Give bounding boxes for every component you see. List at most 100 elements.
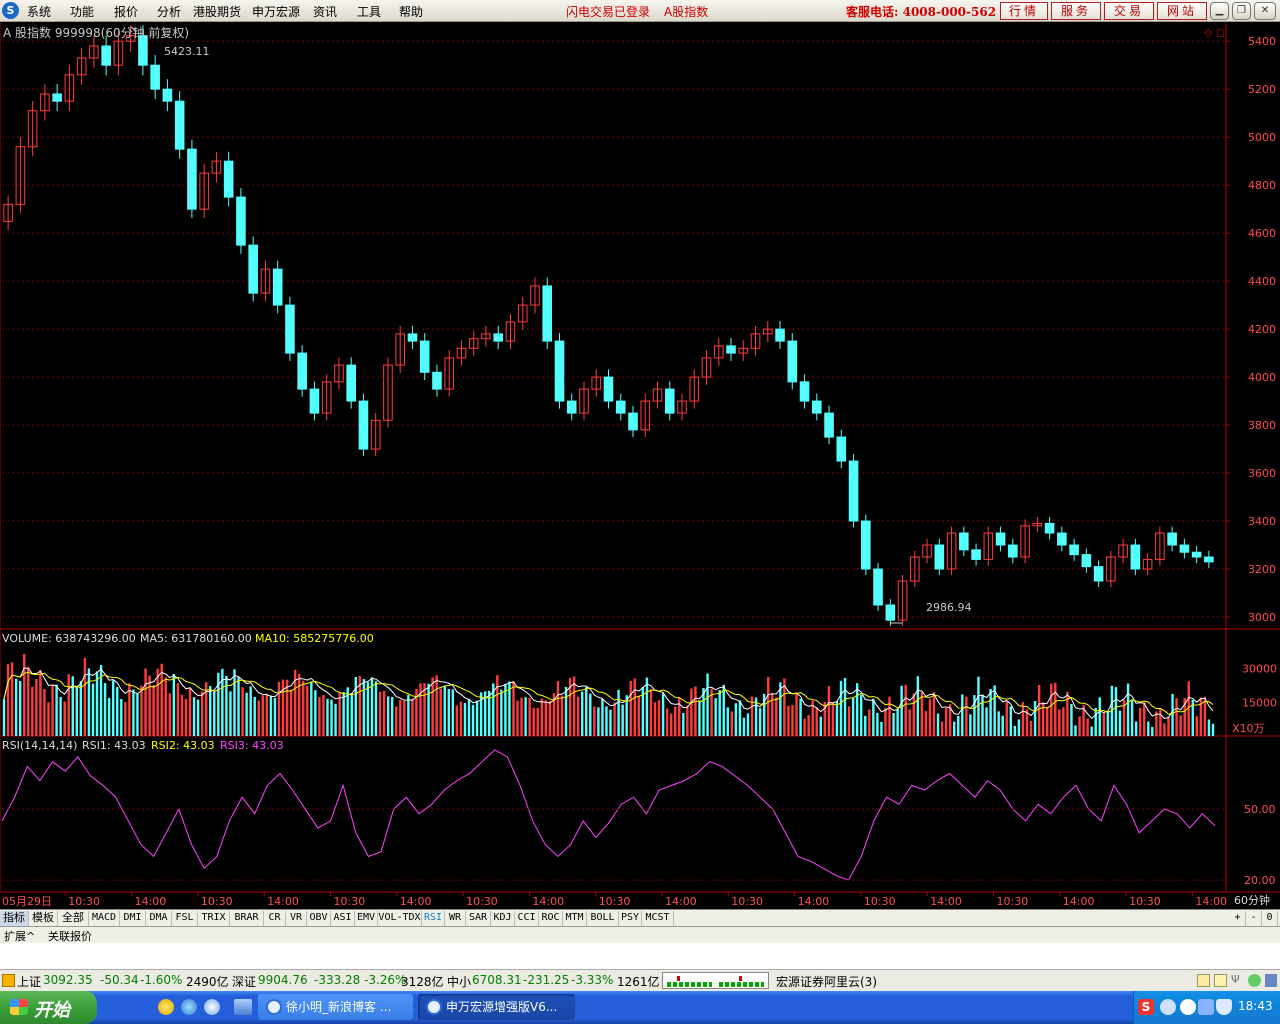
low-price-label: 2986.94 [926, 601, 972, 614]
tab-control-2[interactable]: 0 [1262, 911, 1278, 926]
tab-macd[interactable]: MACD [89, 911, 120, 926]
tab-brar[interactable]: BRAR [230, 911, 264, 926]
candle-body [1069, 544, 1079, 556]
sz-value: 9904.76 [258, 973, 308, 987]
tab-全部[interactable]: 全部 [58, 911, 89, 926]
security-tag[interactable]: A股指数 [664, 3, 708, 20]
tab-vr[interactable]: VR [286, 911, 307, 926]
time-axis-label: 10:30 [334, 895, 366, 908]
task-swhy-app[interactable]: 申万宏源增强版V6... [418, 994, 575, 1020]
time-axis-label: 14:00 [930, 895, 962, 908]
candle-body [873, 568, 883, 606]
tab-vol-tdx[interactable]: VOL-TDX [378, 911, 422, 926]
trade-button[interactable]: 交易 [1104, 2, 1154, 20]
time-axis-label: 10:30 [1129, 895, 1161, 908]
sh-label: 上证 [17, 975, 42, 989]
quicklaunch-ie-icon[interactable] [181, 999, 197, 1015]
time-axis-label: 14:00 [532, 895, 564, 908]
quicklaunch-browser-icon[interactable] [204, 999, 220, 1015]
candle-body [1044, 522, 1055, 534]
quicklaunch-app-icon[interactable] [158, 999, 174, 1015]
candle-body [309, 388, 320, 414]
candle-body [419, 340, 430, 373]
price-axis-label: 3000 [1248, 611, 1276, 624]
start-button[interactable]: 开始 [0, 991, 97, 1024]
minimize-icon[interactable]: ▁ [1210, 2, 1229, 20]
menu-item-system[interactable]: 系统 [27, 3, 51, 20]
tab-control-0[interactable]: + [1230, 911, 1246, 926]
menu-item-swhy[interactable]: 申万宏源 [252, 3, 300, 20]
menu-item-help[interactable]: 帮助 [399, 3, 423, 20]
menu-item-hk-futures[interactable]: 港股期货 [193, 3, 241, 20]
tab-asi[interactable]: ASI [331, 911, 355, 926]
close-icon[interactable]: ✕ [1254, 2, 1276, 20]
extend-toggle[interactable]: 扩展^ [4, 928, 35, 944]
time-axis-label: 14:00 [1063, 895, 1095, 908]
tab-mcst[interactable]: MCST [642, 911, 674, 926]
candle-body [162, 88, 173, 102]
quicklaunch-desktop-icon[interactable] [234, 999, 252, 1015]
menu-item-quote[interactable]: 报价 [114, 3, 138, 20]
tab-cr[interactable]: CR [264, 911, 286, 926]
tab-mtm[interactable]: MTM [563, 911, 587, 926]
qq-icon[interactable] [1180, 999, 1196, 1015]
candle-body [1081, 554, 1092, 568]
shield-icon[interactable] [1216, 999, 1232, 1015]
candle-body [885, 604, 896, 621]
note-icon[interactable] [1197, 974, 1210, 987]
tab-rsi[interactable]: RSI [422, 911, 445, 926]
network-icon[interactable] [1160, 999, 1176, 1015]
related-quotes-tab[interactable]: 关联报价 [48, 928, 92, 944]
high-price-label: 5423.11 [164, 45, 210, 58]
login-status[interactable]: 闪电交易已登录 [566, 3, 650, 20]
tab-dmi[interactable]: DMI [120, 911, 146, 926]
menu-item-news[interactable]: 资讯 [313, 3, 337, 20]
candle-body [775, 328, 785, 342]
market-button[interactable]: 行情 [1000, 2, 1048, 20]
tab-fsl[interactable]: FSL [172, 911, 198, 926]
calculator-icon[interactable] [1214, 974, 1227, 987]
tab-obv[interactable]: OBV [307, 911, 331, 926]
menu-item-tools[interactable]: 工具 [357, 3, 381, 20]
volume-icon[interactable] [1198, 999, 1214, 1015]
window-toggle-icon[interactable]: ◻ [1216, 26, 1225, 39]
task-sina-blog[interactable]: 徐小明_新浪博客 ... [258, 994, 413, 1020]
candle-body [248, 244, 258, 294]
tab-psy[interactable]: PSY [619, 911, 642, 926]
menu-item-analysis[interactable]: 分析 [157, 3, 181, 20]
time-axis-label: 10:30 [466, 895, 498, 908]
start-label: 开始 [34, 1000, 70, 1021]
clock: 18:43 [1238, 999, 1273, 1013]
tab-sar[interactable]: SAR [466, 911, 491, 926]
kline-chart[interactable]: 5400 5200 5000 4800 4600 4400 4200 4000 3800 3600… [0, 22, 1280, 911]
price-axis-label: 5000 [1248, 131, 1276, 144]
tab-wr[interactable]: WR [445, 911, 466, 926]
tab-control-1[interactable]: - [1246, 911, 1262, 926]
candle-body [812, 400, 822, 414]
website-button[interactable]: 网站 [1157, 2, 1207, 20]
menu-item-function[interactable]: 功能 [70, 3, 94, 20]
restore-icon[interactable]: ❐ [1232, 2, 1251, 20]
sogou-icon[interactable]: S [1138, 999, 1154, 1015]
tab-boll[interactable]: BOLL [587, 911, 619, 926]
candle-body [934, 544, 945, 570]
tab-emv[interactable]: EMV [355, 911, 378, 926]
time-axis-label: 14:00 [267, 895, 299, 908]
period-label[interactable]: 60分钟 [1234, 893, 1270, 907]
tab-roc[interactable]: ROC [539, 911, 563, 926]
volume-ma5: MA5: 631780160.00 [140, 632, 252, 645]
tab-trix[interactable]: TRIX [198, 911, 230, 926]
volume-value: VOLUME: 638743296.00 [2, 632, 136, 645]
candle-body [223, 160, 234, 198]
alert-icon[interactable] [2, 974, 15, 987]
diamond-icon[interactable]: ◇ [1204, 26, 1213, 39]
tab-cci[interactable]: CCI [515, 911, 539, 926]
server-name[interactable]: 宏源证券阿里云(3) [776, 973, 877, 990]
menu-bar: S 系统 功能 报价 分析 港股期货 申万宏源 资讯 工具 帮助 闪电交易已登录… [0, 0, 1280, 22]
service-button[interactable]: 服务 [1051, 2, 1101, 20]
lock-icon[interactable] [1265, 974, 1277, 987]
tab-dma[interactable]: DMA [146, 911, 172, 926]
tab-kdj[interactable]: KDJ [491, 911, 515, 926]
tab-指标[interactable]: 指标 [0, 911, 29, 926]
tab-模板[interactable]: 模板 [29, 911, 58, 926]
